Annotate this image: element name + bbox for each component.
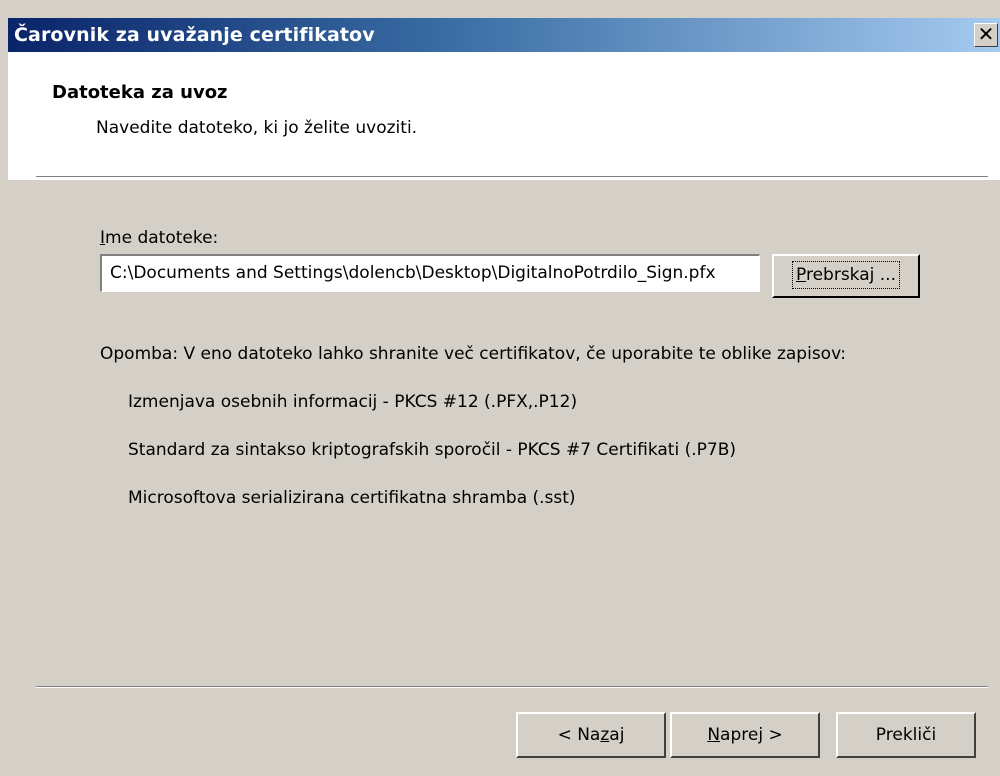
format-item-sst: Microsoftova serializirana certifikatna …	[128, 488, 576, 508]
back-label-b: aj	[609, 725, 625, 745]
close-icon: ✕	[977, 22, 995, 46]
back-label-a: < Na	[557, 725, 601, 745]
note-text: Opomba: V eno datoteko lahko shranite ve…	[100, 344, 846, 364]
page-subtitle: Navedite datoteko, ki jo želite uvoziti.	[96, 118, 418, 138]
back-button[interactable]: < Nazaj	[516, 712, 666, 758]
cancel-button[interactable]: Prekliči	[836, 712, 976, 758]
next-accel: N	[707, 725, 721, 745]
import-wizard-window: Čarovnik za uvažanje certifikatov ✕ Dato…	[0, 0, 1000, 776]
file-name-label: Ime datoteke:	[100, 228, 218, 248]
file-name-input[interactable]: C:\Documents and Settings\dolencb\Deskto…	[100, 254, 760, 292]
back-accel: z	[600, 725, 610, 745]
format-item-pkcs7: Standard za sintakso kriptografskih spor…	[128, 440, 736, 460]
browse-button[interactable]: Prebrskaj ...	[772, 254, 920, 298]
page-title: Datoteka za uvoz	[52, 82, 228, 103]
header-divider	[36, 176, 988, 178]
next-button[interactable]: Naprej >	[670, 712, 820, 758]
browse-button-focus: Prebrskaj ...	[792, 261, 900, 289]
next-label: aprej >	[720, 725, 783, 745]
format-item-pkcs12: Izmenjava osebnih informacij - PKCS #12 …	[128, 392, 578, 412]
browse-accel: P	[796, 265, 806, 285]
browse-label: rebrskaj ...	[805, 265, 896, 285]
footer-divider	[36, 686, 988, 688]
file-name-label-rest: me datoteke:	[105, 228, 219, 248]
window-title: Čarovnik za uvažanje certifikatov	[14, 24, 375, 46]
close-button[interactable]: ✕	[974, 23, 998, 47]
title-bar[interactable]: Čarovnik za uvažanje certifikatov ✕	[8, 18, 1000, 52]
header-panel	[8, 52, 1000, 180]
